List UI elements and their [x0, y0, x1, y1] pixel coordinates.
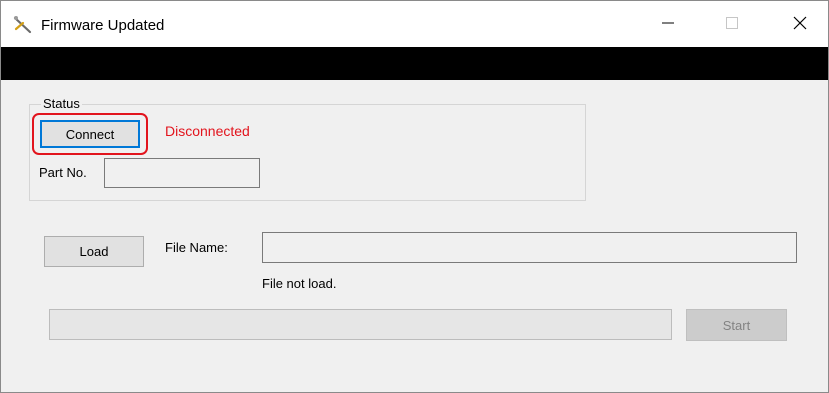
minimize-icon	[662, 17, 674, 32]
status-group-label: Status	[41, 96, 82, 111]
start-button[interactable]: Start	[686, 309, 787, 341]
part-no-field[interactable]	[104, 158, 260, 188]
minimize-button[interactable]	[645, 7, 691, 41]
title-bar[interactable]: Firmware Updated	[1, 1, 828, 47]
connection-status: Disconnected	[165, 123, 250, 139]
file-status-text: File not load.	[262, 276, 337, 291]
maximize-button[interactable]	[709, 7, 755, 41]
window-title: Firmware Updated	[41, 17, 165, 34]
part-no-label: Part No.	[39, 165, 87, 180]
client-area: Status Connect Disconnected Part No. Loa…	[1, 80, 828, 392]
file-name-field[interactable]	[262, 232, 797, 263]
load-button[interactable]: Load	[44, 236, 144, 267]
app-window: Firmware Updated Status Connect Disconne…	[0, 0, 829, 393]
wrench-screwdriver-icon	[13, 15, 33, 35]
close-button[interactable]	[777, 7, 823, 41]
menu-bar	[1, 47, 828, 80]
progress-bar	[49, 309, 672, 340]
file-name-label: File Name:	[165, 240, 228, 255]
connect-button[interactable]: Connect	[40, 120, 140, 148]
maximize-icon	[726, 16, 738, 32]
close-icon	[793, 16, 807, 33]
